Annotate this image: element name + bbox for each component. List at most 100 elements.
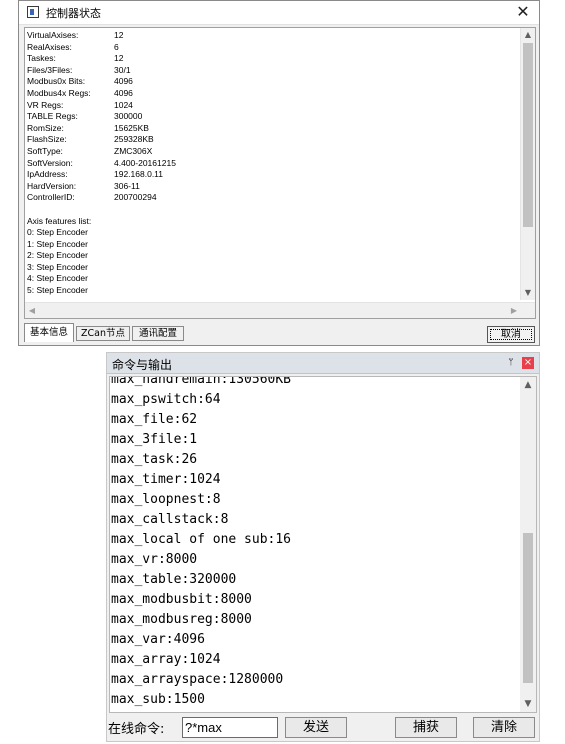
output-line: max_array:1024 <box>111 652 221 667</box>
status-value: 12 <box>114 53 124 64</box>
output-line: max_table:320000 <box>111 572 237 587</box>
status-key: VR Regs: <box>27 99 64 110</box>
status-row: TABLE Regs: 300000 <box>27 111 517 123</box>
output-text-area[interactable]: max_nandremain:130560KB max_pswitch:64max… <box>109 376 537 713</box>
status-row: FlashSize: 259328KB <box>27 134 517 146</box>
output-line: max_local of one sub:16 <box>111 532 292 547</box>
scroll-left-icon[interactable]: ◀ <box>25 303 39 318</box>
cancel-button[interactable]: 取消 <box>487 326 535 343</box>
clear-button[interactable]: 清除 <box>473 717 535 738</box>
scroll-thumb[interactable] <box>523 43 533 227</box>
status-row: Modbus4x Regs: 4096 <box>27 88 517 100</box>
title-bar: 控制器状态 ✕ <box>19 1 539 25</box>
status-value: 15625KB <box>114 122 149 133</box>
status-row: SoftVersion: 4.400-20161215 <box>27 158 517 170</box>
status-value: 6 <box>114 41 119 52</box>
status-row: VirtualAxises: 12 <box>27 30 517 42</box>
send-button[interactable]: 发送 <box>285 717 347 738</box>
status-key: VirtualAxises: <box>27 30 79 40</box>
status-row: ControllerID: 200700294 <box>27 192 517 204</box>
scroll-down-icon[interactable]: ▼ <box>520 696 536 712</box>
status-row: SoftType: ZMC306X <box>27 146 517 158</box>
output-line: max_file:62 <box>111 412 198 427</box>
command-output-panel: 命令与输出 ᛘ × max_nandremain:130560KB max_psw… <box>106 352 540 742</box>
status-key: SoftVersion: <box>27 157 73 168</box>
axis-feature-row: 1: Step Encoder <box>27 238 88 249</box>
status-value: 12 <box>114 30 124 40</box>
controller-status-window: 控制器状态 ✕ VirtualAxises: 12 RealAxises: 6 Task… <box>18 0 540 346</box>
axis-feature-row: 2: Step Encoder <box>27 250 88 261</box>
status-list: VirtualAxises: 12 RealAxises: 6 Taskes: 12 Fil… <box>27 30 517 297</box>
status-row: Modbus0x Bits: 4096 <box>27 76 517 88</box>
status-row: Taskes: 12 <box>27 53 517 65</box>
axis-feature-row: 4: Step Encoder <box>27 273 88 284</box>
axis-feature-row: 5: Step Encoder <box>27 285 88 296</box>
status-value: 192.168.0.11 <box>114 169 163 180</box>
axis-feature-row: 3: Step Encoder <box>27 261 88 272</box>
status-key: FlashSize: <box>27 134 67 145</box>
status-key: SoftType: <box>27 145 63 156</box>
status-value: 259328KB <box>114 134 154 145</box>
panel-title-bar: 命令与输出 ᛘ × <box>107 353 539 374</box>
status-key: Modbus4x Regs: <box>27 87 91 98</box>
output-line: max_task:26 <box>111 452 198 467</box>
pin-icon[interactable]: ᛘ <box>506 357 516 369</box>
scroll-up-icon[interactable]: ▲ <box>521 28 535 42</box>
status-value: 300000 <box>114 111 143 122</box>
scroll-thumb[interactable] <box>523 533 533 683</box>
scroll-down-icon[interactable]: ▼ <box>521 286 535 300</box>
capture-button[interactable]: 捕获 <box>395 717 457 738</box>
panel-close-icon[interactable]: × <box>522 357 534 369</box>
output-line: max_timer:1024 <box>111 472 221 487</box>
output-line: max_nandremain:130560KB <box>111 376 292 387</box>
status-key: IpAddress: <box>27 169 68 180</box>
status-value: 4096 <box>114 87 133 98</box>
tab-basic-info[interactable]: 基本信息 <box>24 323 74 342</box>
status-value: 4.400-20161215 <box>114 157 176 168</box>
status-value: 30/1 <box>114 64 131 75</box>
output-line: max_var:4096 <box>111 632 205 647</box>
scroll-up-icon[interactable]: ▲ <box>520 377 536 393</box>
output-line: max_callstack:8 <box>111 512 229 527</box>
command-input[interactable]: ?*max <box>182 717 278 738</box>
status-row: VR Regs: 1024 <box>27 100 517 112</box>
app-window-icon <box>27 6 39 18</box>
output-line: max_loopnest:8 <box>111 492 221 507</box>
status-value: 4096 <box>114 76 133 87</box>
window-title: 控制器状态 <box>46 7 101 20</box>
vertical-scrollbar[interactable]: ▲ ▼ <box>520 28 535 300</box>
scroll-right-icon[interactable]: ▶ <box>507 303 521 318</box>
panel-title: 命令与输出 <box>112 358 173 372</box>
status-row: Files/3Files: 30/1 <box>27 65 517 77</box>
horizontal-scrollbar[interactable]: ◀ ▶ <box>25 302 535 318</box>
status-value: ZMC306X <box>114 145 153 156</box>
close-icon[interactable]: ✕ <box>513 2 533 22</box>
output-line: max_sub:1500 <box>111 692 205 707</box>
output-line: max_modbusreg:8000 <box>111 612 252 627</box>
status-key: Taskes: <box>27 53 56 64</box>
tab-zcan-nodes[interactable]: ZCan节点 <box>76 326 130 341</box>
output-line: max_arrayspace:1280000 <box>111 672 284 687</box>
status-value: 200700294 <box>114 192 157 203</box>
status-key: RealAxises: <box>27 41 72 52</box>
tab-comm-config[interactable]: 通讯配置 <box>132 326 184 341</box>
output-line: max_modbusbit:8000 <box>111 592 252 607</box>
output-vertical-scrollbar[interactable]: ▲ ▼ <box>520 377 536 712</box>
status-key: Modbus0x Bits: <box>27 76 86 87</box>
output-line: max_vr:8000 <box>111 552 198 567</box>
command-row: 在线命令: ?*max 发送 捕获 清除 <box>107 715 539 740</box>
axis-features-header: Axis features list: <box>27 215 92 226</box>
output-lines: max_nandremain:130560KB max_pswitch:64max… <box>111 376 521 710</box>
status-key: ControllerID: <box>27 192 75 203</box>
status-value: 306-11 <box>114 180 140 191</box>
status-row: RealAxises: 6 <box>27 42 517 54</box>
status-key: RomSize: <box>27 122 64 133</box>
output-line: max_3file:1 <box>111 432 198 447</box>
status-row: RomSize: 15625KB <box>27 123 517 135</box>
status-row: HardVersion: 306-11 <box>27 181 517 193</box>
output-line: max_pswitch:64 <box>111 392 221 407</box>
command-label: 在线命令: <box>108 722 165 737</box>
status-value: 1024 <box>114 99 133 110</box>
status-key: Files/3Files: <box>27 64 73 75</box>
